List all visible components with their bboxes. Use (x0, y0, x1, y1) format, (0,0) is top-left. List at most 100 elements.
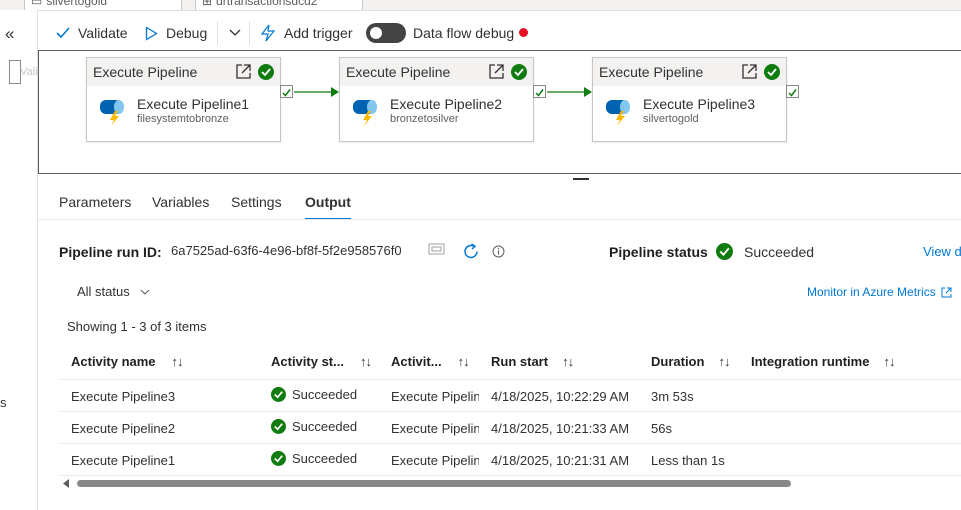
refresh-icon[interactable] (462, 242, 481, 261)
sort-icon[interactable]: ↑↓ (883, 354, 895, 369)
node-type-label: Execute Pipeline (93, 64, 198, 80)
pipeline-node-3[interactable]: Execute Pipeline Execute Pipeline3 silve… (592, 57, 787, 142)
cell-run-start: 4/18/2025, 10:21:31 AM (491, 453, 630, 468)
cell-activity-status: Succeeded (271, 451, 357, 466)
cell-activity-name: Execute Pipeline3 (71, 389, 176, 404)
tab-drtransactions[interactable]: ⊞ drtransactionsdcd2 (195, 0, 363, 10)
success-icon (271, 451, 286, 466)
table-row[interactable]: Execute Pipeline1 Succeeded Execute Pipe… (60, 443, 961, 476)
cell-activity-status: Succeeded (271, 387, 357, 402)
table-row[interactable]: Execute Pipeline2 Succeeded Execute Pipe… (60, 411, 961, 444)
success-port-1[interactable] (280, 85, 293, 98)
document-tab-strip: ▭ silvertogold ⊞ drtransactionsdcd2 (0, 0, 961, 11)
column-header-activity-status[interactable]: Activity st... ↑↓ (271, 354, 372, 369)
view-details-link[interactable]: View d (923, 244, 961, 259)
debug-button[interactable]: Debug (145, 22, 207, 44)
execute-pipeline-icon (100, 100, 124, 126)
pipeline-status-label: Pipeline status (609, 244, 708, 260)
sort-icon[interactable]: ↑↓ (360, 354, 372, 369)
tab-output[interactable]: Output (305, 194, 351, 210)
left-rail (0, 10, 38, 510)
pipeline-node-2[interactable]: Execute Pipeline Execute Pipeline2 bronz… (339, 57, 534, 142)
table-row[interactable]: Execute Pipeline3 Succeeded Execute Pipe… (60, 379, 961, 412)
validate-button[interactable]: Validate (56, 22, 128, 44)
data-flow-debug-label: Data flow debug (413, 25, 515, 41)
data-flow-debug-toggle[interactable] (366, 23, 406, 43)
panel-resize-handle[interactable] (573, 178, 589, 180)
cell-run-start: 4/18/2025, 10:21:33 AM (491, 421, 630, 436)
open-pipeline-icon[interactable] (488, 63, 505, 80)
status-filter-dropdown[interactable]: All status (77, 284, 150, 299)
cell-run-start: 4/18/2025, 10:22:29 AM (491, 389, 630, 404)
cell-activity-status: Succeeded (271, 419, 357, 434)
node-name: Execute Pipeline2 (390, 96, 503, 112)
success-icon (716, 243, 733, 260)
validate-label: Validate (78, 25, 128, 41)
cell-activity-type: Execute Pipeline (391, 389, 479, 404)
cell-activity-name: Execute Pipeline2 (71, 421, 176, 436)
execute-pipeline-icon (606, 100, 630, 126)
tab-settings[interactable]: Settings (231, 194, 282, 210)
pipeline-status-value: Succeeded (744, 244, 815, 260)
column-header-activity-name[interactable]: Activity name ↑↓ (71, 354, 184, 369)
toolbar-divider (217, 21, 218, 45)
connector-arrow-1 (294, 87, 339, 97)
column-header-duration[interactable]: Duration ↑↓ (651, 354, 730, 369)
pipeline-node-1[interactable]: Execute Pipeline Execute Pipeline1 files… (86, 57, 281, 142)
success-icon (764, 64, 780, 80)
monitor-link-label: Monitor in Azure Metrics (807, 285, 936, 299)
open-pipeline-icon[interactable] (741, 63, 758, 80)
sort-icon[interactable]: ↑↓ (172, 354, 184, 369)
column-header-run-start[interactable]: Run start ↑↓ (491, 354, 574, 369)
scrollbar-thumb[interactable] (77, 480, 791, 487)
dataflow-icon: ⊞ (202, 0, 213, 8)
column-header-activity-type[interactable]: Activit... ↑↓ (391, 354, 470, 369)
success-port-3[interactable] (786, 85, 799, 98)
tab-variables[interactable]: Variables (152, 194, 209, 210)
debug-options-dropdown[interactable] (229, 22, 241, 44)
node-subpipeline: bronzetosilver (390, 113, 459, 125)
left-panel-text: s (0, 395, 7, 410)
collapse-panel-icon[interactable]: « (5, 24, 14, 44)
cell-duration: Less than 1s (651, 453, 725, 468)
status-filter-label: All status (77, 284, 130, 299)
toolbar-divider (249, 21, 250, 45)
sort-icon[interactable]: ↑↓ (562, 354, 574, 369)
debug-status-dot (519, 28, 528, 37)
scroll-left-arrow-icon[interactable] (63, 479, 70, 488)
info-icon[interactable] (492, 245, 505, 258)
add-trigger-label: Add trigger (284, 25, 353, 41)
success-icon (511, 64, 527, 80)
cell-duration: 56s (651, 421, 672, 436)
check-icon (282, 89, 291, 97)
open-pipeline-icon[interactable] (235, 63, 252, 80)
node-name: Execute Pipeline3 (643, 96, 756, 112)
debug-label: Debug (166, 25, 208, 41)
tab-parameters[interactable]: Parameters (59, 194, 131, 210)
play-icon (145, 25, 158, 41)
tab-silvertogold[interactable]: ▭ silvertogold (24, 0, 182, 10)
execute-pipeline-icon (353, 100, 377, 126)
tab-label: drtransactionsdcd2 (216, 0, 318, 8)
check-icon (535, 89, 544, 97)
lightning-icon (260, 24, 276, 42)
success-icon (258, 64, 274, 80)
success-port-2[interactable] (533, 85, 546, 98)
sort-icon[interactable]: ↑↓ (458, 354, 470, 369)
cell-duration: 3m 53s (651, 389, 694, 404)
check-icon (788, 89, 797, 97)
run-id-label: Pipeline run ID: (59, 244, 162, 260)
add-trigger-button[interactable]: Add trigger (260, 22, 352, 44)
monitor-azure-metrics-link[interactable]: Monitor in Azure Metrics (807, 285, 952, 299)
column-header-integration-runtime[interactable]: Integration runtime ↑↓ (751, 354, 895, 369)
tab-label: silvertogold (46, 0, 108, 8)
cell-activity-name: Execute Pipeline1 (71, 453, 176, 468)
external-link-icon (941, 287, 952, 297)
node-name: Execute Pipeline1 (137, 96, 250, 112)
copy-icon[interactable] (428, 242, 446, 256)
chevron-down-icon (229, 29, 241, 36)
sort-icon[interactable]: ↑↓ (718, 354, 730, 369)
connector-arrow-2 (547, 87, 592, 97)
chevron-down-icon (140, 289, 150, 295)
checkmark-icon (56, 27, 70, 39)
